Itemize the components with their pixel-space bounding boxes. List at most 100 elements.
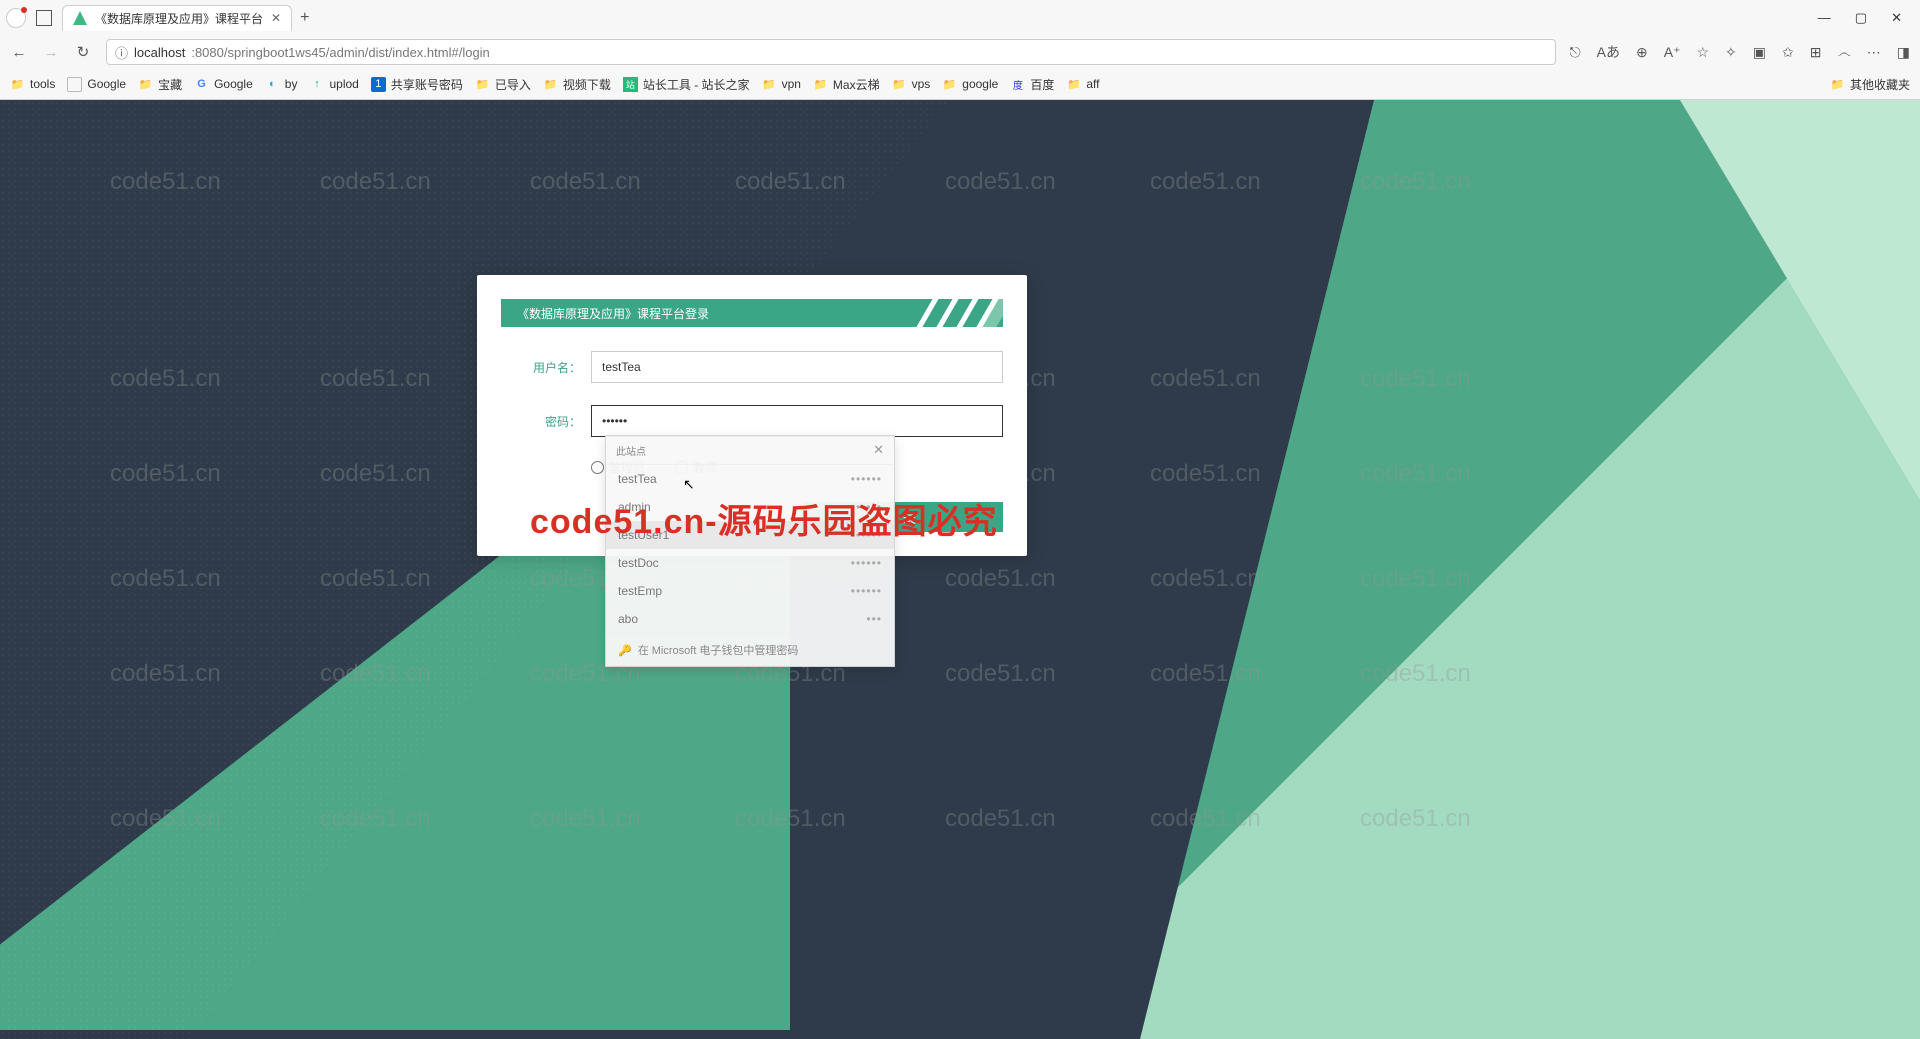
forward-button: → <box>42 44 60 61</box>
bookmark-item[interactable]: 📁 google <box>942 77 998 92</box>
autofill-footer[interactable]: 🔑 在 Microsoft 电子钱包中管理密码 <box>606 633 894 666</box>
autofill-item[interactable]: admin •••••• <box>606 493 894 521</box>
autofill-item[interactable]: testTea•••••• <box>606 465 894 493</box>
bookmark-item[interactable]: 📁aff <box>1066 77 1099 92</box>
close-tab-icon[interactable]: ✕ <box>271 11 281 25</box>
bookmark-label: uplod <box>329 77 358 91</box>
bookmark-item[interactable]: 📁tools <box>10 77 55 92</box>
bookmark-item[interactable]: ◐ by <box>265 77 298 92</box>
site-info-icon[interactable]: ⓘ <box>115 43 128 62</box>
baidu-icon: 度 <box>1010 77 1025 92</box>
back-button[interactable]: ← <box>10 44 28 61</box>
autofill-password: •••••• <box>851 472 882 486</box>
favorite-icon[interactable]: ☆ <box>1696 44 1709 61</box>
zoom-icon[interactable]: ⊕ <box>1636 44 1648 61</box>
password-label: 密码： <box>501 413 591 430</box>
login-title: 《数据库原理及应用》课程平台登录 <box>517 305 709 322</box>
other-bookmarks-label: 其他收藏夹 <box>1850 76 1910 93</box>
autofill-header-label: 此站点 <box>616 443 646 458</box>
watermark: code51.cn <box>1150 365 1261 393</box>
page-icon <box>67 77 82 92</box>
bookmark-item[interactable]: 📁 Max云梯 <box>813 76 880 93</box>
bookmark-item[interactable]: ↑ uplod <box>309 77 358 92</box>
bookmark-label: 宝藏 <box>158 76 182 93</box>
extensions-icon[interactable]: ✧ <box>1725 44 1737 61</box>
watermark: code51.cn <box>1150 168 1261 196</box>
folder-icon: 📁 <box>1066 77 1081 92</box>
bookmark-label: Max云梯 <box>833 76 880 93</box>
text-size-icon[interactable]: A⁺ <box>1664 44 1681 61</box>
autofill-item[interactable]: abo••• <box>606 605 894 633</box>
folder-icon: 📁 <box>475 77 490 92</box>
autofill-item[interactable]: testUser1•••••• <box>606 521 894 549</box>
autofill-username: admin <box>618 500 651 514</box>
upload-icon: ↑ <box>309 77 324 92</box>
bookmark-label: by <box>285 77 298 91</box>
new-tab-button[interactable]: + <box>300 9 309 27</box>
url-path: :8080/springboot1ws45/admin/dist/index.h… <box>191 45 489 60</box>
google-icon: G <box>194 77 209 92</box>
downloads-icon[interactable]: ⊞ <box>1810 44 1822 61</box>
site-icon: ◐ <box>265 77 280 92</box>
folder-icon: 📁 <box>813 77 828 92</box>
read-aloud-icon[interactable]: Aあ <box>1597 42 1620 62</box>
bookmark-item[interactable]: 📁vpn <box>762 77 801 92</box>
autofill-item[interactable]: testDoc •••••• <box>606 549 894 577</box>
bookmark-item[interactable]: 📁视频下载 <box>543 76 611 93</box>
close-icon[interactable]: ✕ <box>873 442 884 458</box>
tab-title: 《数据库原理及应用》课程平台 <box>95 10 263 27</box>
bookmark-label: vps <box>912 77 931 91</box>
autofill-password: •••••• <box>851 500 882 514</box>
bookmark-item[interactable]: 📁vps <box>892 77 931 92</box>
bookmark-item[interactable]: Google <box>67 77 126 92</box>
translate-icon[interactable]: ⎋ <box>1570 44 1581 61</box>
bookmark-label: 站长工具 - 站长之家 <box>643 76 750 93</box>
collections-icon[interactable]: ▣ <box>1753 44 1766 61</box>
autofill-item[interactable]: testEmp•••••• <box>606 577 894 605</box>
bookmark-label: 视频下载 <box>563 76 611 93</box>
web-capture-icon[interactable]: ෴ <box>1837 44 1850 61</box>
bookmark-item[interactable]: G Google <box>194 77 253 92</box>
key-icon: 🔑 <box>618 644 632 657</box>
nav-bar: ← → ↻ ⓘ localhost:8080/springboot1ws45/a… <box>0 35 1920 69</box>
bookmark-item[interactable]: 📁 宝藏 <box>138 76 182 93</box>
close-window-button[interactable]: ✕ <box>1891 10 1902 26</box>
bookmark-item[interactable]: 度百度 <box>1010 76 1054 93</box>
favorites-bar-icon[interactable]: ✩ <box>1782 44 1794 61</box>
folder-icon: 📁 <box>942 77 957 92</box>
bookmark-item[interactable]: 1共享账号密码 <box>371 76 463 93</box>
site-icon: 站 <box>623 77 638 92</box>
bookmark-label: Google <box>214 77 253 91</box>
vue-favicon-icon <box>73 11 87 25</box>
autofill-username: testDoc <box>618 556 659 570</box>
other-bookmarks[interactable]: 📁 其他收藏夹 <box>1830 76 1910 93</box>
bookmark-label: google <box>962 77 998 91</box>
username-input[interactable] <box>591 351 1003 383</box>
bookmark-item[interactable]: 📁 已导入 <box>475 76 531 93</box>
page-content: code51.cn code51.cn code51.cn code51.cn code… <box>0 100 1920 1039</box>
maximize-button[interactable]: ▢ <box>1855 10 1867 26</box>
watermark: code51.cn <box>1150 565 1261 593</box>
password-autofill-dropdown: 此站点 ✕ testTea•••••• admin •••••• testUser1•… <box>605 435 895 667</box>
watermark: code51.cn <box>1150 460 1261 488</box>
bookmark-item[interactable]: 站站长工具 - 站长之家 <box>623 76 750 93</box>
watermark: code51.cn <box>945 168 1056 196</box>
refresh-button[interactable]: ↻ <box>74 43 92 61</box>
tab-overview-icon[interactable] <box>36 10 52 26</box>
minimize-button[interactable]: — <box>1818 10 1831 26</box>
autofill-password: •••••• <box>851 556 882 570</box>
more-icon[interactable]: ⋯ <box>1867 44 1881 61</box>
address-bar[interactable]: ⓘ localhost:8080/springboot1ws45/admin/d… <box>106 39 1556 65</box>
bookmark-label: vpn <box>782 77 801 91</box>
folder-icon: 📁 <box>138 77 153 92</box>
password-input[interactable] <box>591 405 1003 437</box>
login-header: 《数据库原理及应用》课程平台登录 <box>501 299 1003 327</box>
folder-icon: 📁 <box>1830 77 1845 92</box>
bookmark-label: 已导入 <box>495 76 531 93</box>
profile-icon[interactable] <box>6 8 26 28</box>
bookmarks-bar: 📁tools Google 📁 宝藏 G Google ◐ by ↑ uplod 1共享账号密码 📁 已… <box>0 69 1920 99</box>
browser-tab[interactable]: 《数据库原理及应用》课程平台 ✕ <box>62 5 292 31</box>
watermark: code51.cn <box>945 805 1056 833</box>
sidebar-icon[interactable]: ◨ <box>1897 44 1910 61</box>
autofill-password: ••• <box>866 612 882 626</box>
